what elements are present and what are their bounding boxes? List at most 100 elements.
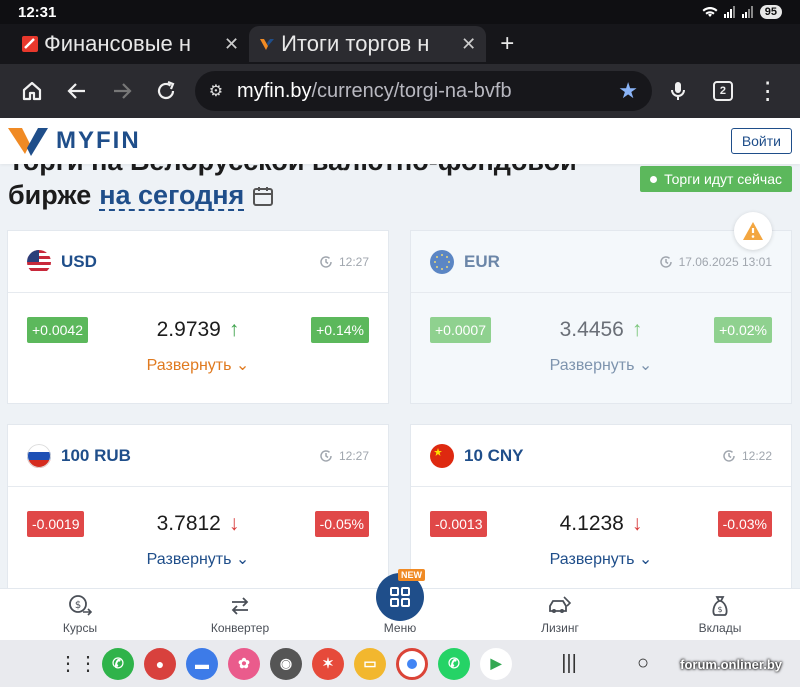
card-body: -0.0019 3.7812 ↓ -0.05% — [8, 487, 388, 561]
status-indicators: 95 — [702, 5, 782, 19]
time-text: 12:22 — [741, 448, 772, 463]
site-header: MYFIN Войти — [0, 118, 800, 164]
percent-badge: +0.02% — [714, 317, 772, 343]
tab-financial-news[interactable]: Финансовые н ✕ — [12, 26, 249, 62]
site-settings-icon[interactable]: ⚙ — [209, 81, 223, 101]
camera-utility-app-icon[interactable]: ✶ — [312, 647, 344, 680]
tab-title: Финансовые н — [44, 31, 192, 56]
logo-text: MYFIN — [56, 127, 141, 154]
camera-app-icon[interactable]: ◉ — [270, 647, 302, 680]
grid-menu-icon — [390, 587, 410, 607]
update-time: 12:22 — [722, 449, 772, 463]
watermark: forum.onliner.by — [680, 657, 782, 672]
news-favicon-icon — [22, 36, 38, 52]
signal-icon-2 — [741, 6, 753, 18]
currency-code: EUR — [464, 251, 500, 271]
card-body: -0.0013 4.1238 ↓ -0.03% — [411, 487, 791, 561]
home-icon[interactable] — [10, 68, 55, 114]
rate-text: 2.9739 — [156, 318, 221, 341]
arrow-down-icon: ↓ — [631, 512, 643, 535]
convert-arrows-icon — [231, 597, 249, 615]
card-body: +0.0007 3.4456 ↑ +0.02% — [411, 293, 791, 367]
nav-item-rates[interactable]: $ Курсы — [0, 589, 160, 640]
more-menu-icon[interactable]: ⋮ — [745, 68, 790, 114]
currency-code: 10 CNY — [464, 445, 524, 465]
tab-count: 2 — [712, 81, 733, 101]
rate-text: 3.4456 — [559, 318, 624, 341]
date-picker-link[interactable]: на сегодня — [99, 181, 245, 211]
myfin-favicon-icon — [260, 39, 275, 50]
play-store-app-icon[interactable]: ▶ — [480, 647, 512, 680]
nav-label: Вклады — [698, 621, 742, 635]
bookmark-star-icon[interactable]: ★ — [618, 78, 638, 104]
warning-icon[interactable] — [734, 212, 772, 250]
card-header: EUR 17.06.2025 13:01 — [411, 231, 791, 293]
wifi-icon — [702, 7, 718, 17]
tab-strip: Финансовые н ✕ Итоги торгов н ✕ + — [0, 24, 800, 64]
tab-switcher-button[interactable]: 2 — [701, 68, 746, 114]
browser-toolbar: ⚙ myfin.by/currency/torgi-na-bvfb ★ 2 ⋮ — [0, 64, 800, 118]
us-flag-icon — [27, 249, 51, 274]
status-bar: 12:31 95 — [0, 0, 800, 24]
nav-item-leasing[interactable]: Лизинг — [480, 589, 640, 640]
time-text: 12:27 — [338, 448, 369, 463]
new-tab-icon[interactable]: + — [500, 30, 514, 58]
percent-badge: -0.03% — [717, 511, 772, 537]
files-app-icon[interactable]: ▭ — [354, 647, 386, 680]
eu-flag-icon — [430, 249, 454, 274]
microphone-icon[interactable] — [656, 68, 701, 114]
update-time: 17.06.2025 13:01 — [659, 255, 772, 269]
heading-line-1: Торги на Белорусской валютно-фондовой — [8, 164, 577, 177]
trading-live-badge: Торги идут сейчас — [640, 166, 792, 192]
home-nav-icon[interactable]: ○ — [626, 652, 660, 675]
change-badge: -0.0019 — [27, 511, 85, 537]
forward-icon[interactable] — [99, 68, 144, 114]
messages-app-icon[interactable]: ▬ — [186, 647, 218, 680]
card-body: +0.0042 2.9739 ↑ +0.14% — [8, 293, 388, 367]
card-header: 10 CNY 12:22 — [411, 425, 791, 487]
whatsapp-app-icon[interactable]: ✆ — [438, 647, 470, 680]
nav-label: Курсы — [62, 621, 98, 635]
url-host: myfin.by — [237, 79, 312, 102]
history-clock-icon — [723, 449, 735, 462]
percent-badge: -0.05% — [314, 511, 369, 537]
currency-code: 100 RUB — [61, 445, 131, 465]
address-bar[interactable]: ⚙ myfin.by/currency/torgi-na-bvfb ★ — [194, 71, 652, 111]
live-dot — [650, 175, 658, 183]
card-header: USD 12:27 — [8, 231, 388, 293]
history-clock-icon — [659, 255, 672, 268]
battery-level: 95 — [759, 5, 782, 19]
chrome-app-icon[interactable] — [396, 647, 428, 680]
nav-item-converter[interactable]: Конвертер — [160, 589, 320, 640]
svg-text:$: $ — [717, 605, 722, 614]
card-header: 100 RUB 12:27 — [8, 425, 388, 487]
myfin-logo[interactable]: MYFIN — [8, 126, 141, 156]
signal-icon — [723, 6, 735, 18]
nav-label: Конвертер — [210, 621, 270, 635]
change-badge: +0.0042 — [27, 317, 88, 343]
heading-prefix: бирже — [8, 180, 92, 210]
back-icon[interactable] — [55, 68, 100, 114]
currency-card-cny: 10 CNY 12:22 -0.0013 4.1238 ↓ -0.03% Разв… — [410, 424, 792, 594]
rate-text: 4.1238 — [559, 512, 624, 535]
close-icon[interactable]: ✕ — [461, 34, 476, 55]
recents-icon[interactable]: ||| — [552, 652, 586, 675]
calendar-icon[interactable] — [252, 185, 274, 207]
arrow-up-icon: ↑ — [228, 318, 240, 341]
close-icon[interactable]: ✕ — [224, 34, 239, 55]
gallery-app-icon[interactable]: ✿ — [228, 647, 260, 680]
nav-item-deposits[interactable]: $ Вклады — [640, 589, 800, 640]
reload-icon[interactable] — [144, 68, 189, 114]
currency-card-eur: EUR 17.06.2025 13:01 +0.0007 3.4456 ↑ +0.… — [410, 230, 792, 404]
page-heading: Торги на Белорусской валютно-фондовой би… — [0, 164, 800, 226]
arrow-up-icon: ↑ — [631, 318, 643, 341]
car-leasing-icon — [549, 596, 572, 613]
app-drawer-icon[interactable]: ⋮⋮ — [58, 651, 98, 676]
login-button[interactable]: Войти — [730, 128, 792, 154]
percent-badge: +0.14% — [311, 317, 369, 343]
rate-text: 3.7812 — [156, 512, 221, 535]
phone-app-icon[interactable]: ✆ — [102, 647, 134, 680]
contacts-app-icon[interactable]: ● — [144, 647, 176, 680]
tab-trading-results[interactable]: Итоги торгов н ✕ — [249, 26, 487, 62]
arrow-down-icon: ↓ — [228, 512, 240, 535]
